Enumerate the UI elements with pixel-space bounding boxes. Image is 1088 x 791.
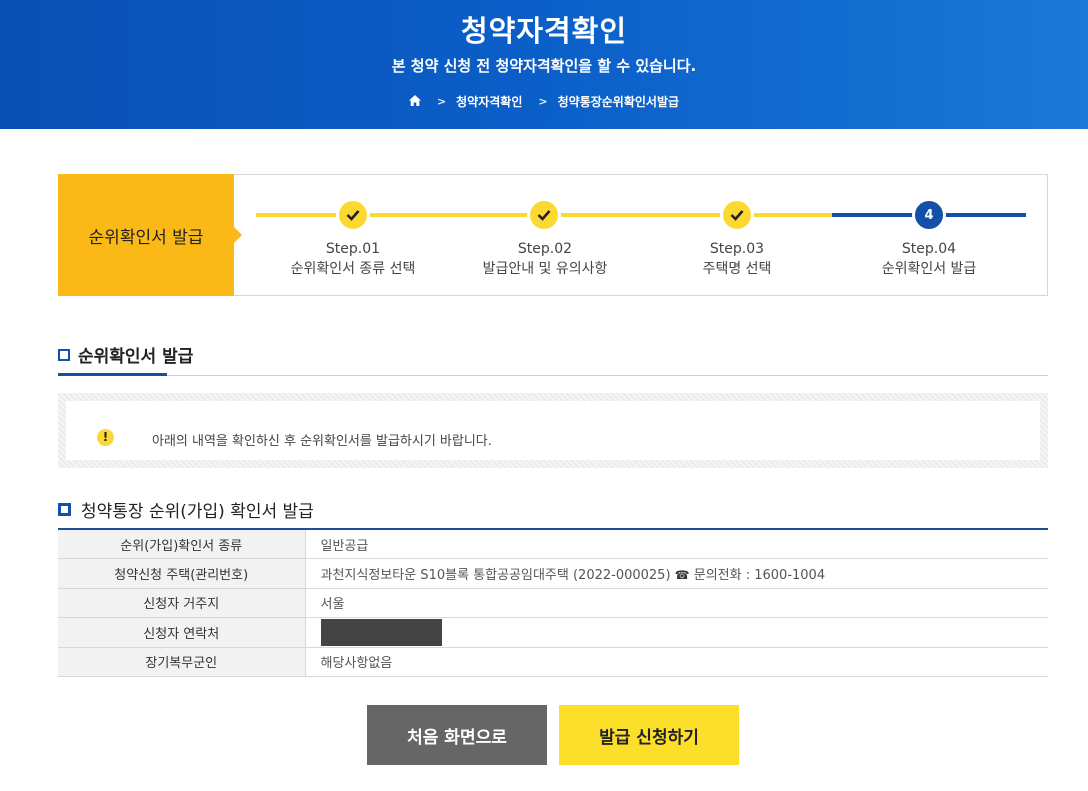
breadcrumb-item-current[interactable]: 청약통장순위확인서발급 — [558, 93, 679, 110]
section-divider-accent — [58, 373, 167, 376]
exclamation-icon: ! — [97, 429, 114, 446]
section-title-text: 순위확인서 발급 — [78, 347, 194, 367]
row-value-housing: 과천지식정보타운 S10블록 통합공공임대주택 (2022-000025) — [320, 567, 671, 583]
chevron-right-icon: > — [436, 95, 447, 108]
redacted-contact — [320, 618, 442, 646]
page-subtitle: 본 청약 신청 전 청약자격확인을 할 수 있습니다. — [391, 57, 697, 75]
table-row: 신청자 거주지 서울 — [58, 588, 1048, 618]
step-4: Step.04 순위확인서 발급 — [839, 239, 1019, 279]
section-divider — [58, 375, 1048, 376]
step-1-number: Step.01 — [325, 241, 381, 257]
step-2-label: 발급안내 및 유의사항 — [482, 261, 608, 277]
row-value-military: 해당사항없음 — [305, 647, 1048, 677]
step-4-number: Step.04 — [901, 241, 957, 257]
check-icon — [527, 198, 561, 232]
apply-issue-button[interactable]: 발급 신청하기 — [559, 705, 739, 765]
row-value-residence: 서울 — [305, 588, 1048, 618]
certificate-info-table: 순위(가입)확인서 종류 일반공급 청약신청 주택(관리번호) 과천지식정보타운… — [58, 528, 1048, 677]
inquiry-phone: 문의전화 : 1600-1004 — [693, 567, 826, 583]
step-3: Step.03 주택명 선택 — [647, 239, 827, 279]
row-value-certificate-type: 일반공급 — [305, 529, 1048, 559]
row-label-military: 장기복무군인 — [58, 647, 306, 677]
square-bullet-icon — [58, 348, 70, 361]
table-row: 청약신청 주택(관리번호) 과천지식정보타운 S10블록 통합공공임대주택 (2… — [58, 558, 1048, 589]
row-label-housing: 청약신청 주택(관리번호) — [58, 558, 306, 589]
breadcrumb: > 청약자격확인 > 청약통장순위확인서발급 — [0, 93, 1088, 110]
step-4-label: 순위확인서 발급 — [881, 261, 977, 277]
step-1-label: 순위확인서 종류 선택 — [290, 261, 416, 277]
step-2: Step.02 발급안내 및 유의사항 — [455, 239, 635, 279]
home-icon[interactable] — [408, 94, 421, 109]
step-2-number: Step.02 — [517, 241, 573, 257]
check-icon — [336, 198, 370, 232]
row-label-residence: 신청자 거주지 — [58, 588, 306, 618]
page-header: 청약자격확인 본 청약 신청 전 청약자격확인을 할 수 있습니다. > 청약자… — [0, 0, 1088, 129]
check-icon — [720, 198, 754, 232]
square-bullet-icon — [58, 503, 71, 516]
step-number-badge: 4 — [912, 198, 946, 232]
table-row: 신청자 연락처 — [58, 617, 1048, 648]
notice-inner: ! 아래의 내역을 확인하신 후 순위확인서를 발급하시기 바랍니다. — [66, 401, 1040, 460]
table-title: 청약통장 순위(가입) 확인서 발급 — [58, 497, 314, 522]
row-label-contact: 신청자 연락처 — [58, 617, 306, 648]
step-3-number: Step.03 — [709, 241, 765, 257]
row-value-housing-cell: 과천지식정보타운 S10블록 통합공공임대주택 (2022-000025) ☎ … — [305, 558, 1048, 589]
row-label-certificate-type: 순위(가입)확인서 종류 — [58, 529, 306, 559]
chevron-right-icon: > — [538, 95, 548, 108]
section-title: 순위확인서 발급 — [58, 342, 193, 367]
step-1: Step.01 순위확인서 종류 선택 — [263, 239, 443, 279]
phone-icon: ☎ — [674, 567, 690, 582]
breadcrumb-item[interactable]: 청약자격확인 — [456, 93, 522, 110]
table-row: 장기복무군인 해당사항없음 — [58, 647, 1048, 677]
row-value-contact-cell — [305, 617, 1048, 648]
page-title: 청약자격확인 — [460, 14, 628, 48]
notice-text: 아래의 내역을 확인하신 후 순위확인서를 발급하시기 바랍니다. — [152, 434, 492, 449]
notice-box: ! 아래의 내역을 확인하신 후 순위확인서를 발급하시기 바랍니다. — [58, 393, 1048, 468]
table-row: 순위(가입)확인서 종류 일반공급 — [58, 529, 1048, 559]
progress-stepper: 순위확인서 발급 4 Step.01 순위확인서 종류 선택 Step.02 발… — [58, 174, 1048, 296]
current-step-title: 순위확인서 발급 — [58, 174, 242, 296]
go-home-button[interactable]: 처음 화면으로 — [367, 705, 547, 765]
step-3-label: 주택명 선택 — [702, 261, 772, 277]
table-title-text: 청약통장 순위(가입) 확인서 발급 — [81, 502, 314, 522]
